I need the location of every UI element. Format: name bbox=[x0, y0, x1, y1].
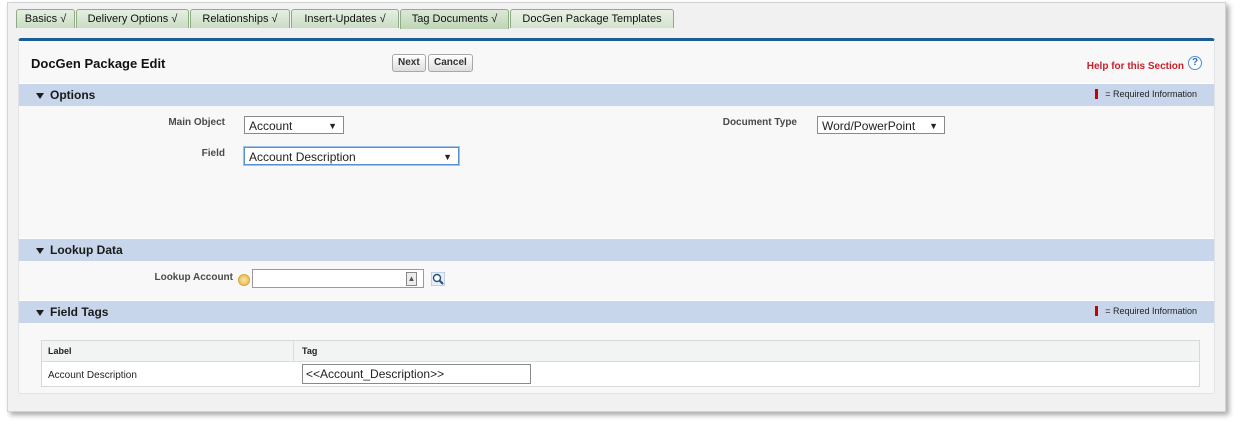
main-object-select[interactable]: Account ▼ bbox=[244, 116, 344, 134]
field-tags-table: Label Tag Account Description <<Account_… bbox=[41, 340, 1200, 387]
dropdown-arrow-icon: ▼ bbox=[929, 121, 938, 131]
tab-label: Insert-Updates √ bbox=[304, 13, 386, 25]
tab-docgen-package-templates[interactable]: DocGen Package Templates bbox=[510, 9, 674, 28]
select-value: Account bbox=[249, 119, 293, 133]
collapse-triangle-icon[interactable] bbox=[36, 310, 44, 316]
tab-insert-updates[interactable]: Insert-Updates √ bbox=[291, 9, 399, 28]
dropdown-arrow-icon: ▼ bbox=[328, 121, 337, 131]
select-value: Account Description bbox=[249, 150, 356, 164]
info-icon[interactable] bbox=[238, 274, 250, 286]
document-type-select[interactable]: Word/PowerPoint ▼ bbox=[817, 116, 945, 134]
required-text: = Required Information bbox=[1105, 306, 1197, 316]
column-header-label: Label bbox=[48, 346, 72, 356]
column-divider bbox=[293, 341, 294, 361]
dropdown-arrow-icon: ▼ bbox=[443, 152, 452, 162]
collapse-triangle-icon[interactable] bbox=[36, 93, 44, 99]
tab-relationships[interactable]: Relationships √ bbox=[190, 9, 290, 28]
lookup-account-label: Lookup Account bbox=[154, 272, 233, 283]
tab-tag-documents[interactable]: Tag Documents √ bbox=[400, 9, 509, 29]
required-text: = Required Information bbox=[1105, 89, 1197, 99]
lookup-section-header[interactable]: Lookup Data bbox=[19, 238, 1214, 261]
section-title: Options bbox=[50, 88, 96, 102]
app-frame: Basics √ Delivery Options √ Relationship… bbox=[7, 2, 1226, 412]
cancel-button[interactable]: Cancel bbox=[428, 54, 473, 72]
section-title: Field Tags bbox=[50, 305, 109, 319]
help-icon[interactable]: ? bbox=[1188, 56, 1202, 70]
tab-label: DocGen Package Templates bbox=[522, 13, 662, 25]
tab-label: Tag Documents √ bbox=[411, 13, 498, 25]
collapse-triangle-icon[interactable] bbox=[36, 248, 44, 254]
required-info-legend: = Required Information bbox=[1095, 306, 1197, 316]
select-value: Word/PowerPoint bbox=[822, 119, 916, 133]
tab-label: Relationships √ bbox=[202, 13, 278, 25]
lookup-search-icon[interactable] bbox=[431, 272, 445, 286]
required-bar-icon bbox=[1095, 306, 1099, 316]
lookup-lock-icon: ▲ bbox=[406, 272, 417, 286]
main-object-label: Main Object bbox=[168, 117, 225, 128]
field-label: Field bbox=[201, 148, 225, 159]
options-section-header[interactable]: Options = Required Information bbox=[19, 83, 1214, 106]
help-link[interactable]: Help for this Section bbox=[1087, 61, 1184, 72]
next-button[interactable]: Next bbox=[392, 54, 426, 72]
lookup-account-input[interactable]: ▲ bbox=[252, 269, 424, 288]
tag-input[interactable]: <<Account_Description>> bbox=[302, 364, 531, 384]
tab-label: Delivery Options √ bbox=[87, 13, 178, 25]
tab-basics[interactable]: Basics √ bbox=[16, 9, 75, 28]
field-tags-section-header[interactable]: Field Tags = Required Information bbox=[19, 300, 1214, 323]
section-title: Lookup Data bbox=[50, 243, 123, 257]
tab-label: Basics √ bbox=[24, 13, 67, 25]
column-header-tag: Tag bbox=[302, 346, 318, 356]
tab-delivery-options[interactable]: Delivery Options √ bbox=[76, 9, 189, 28]
table-header-row: Label Tag bbox=[42, 341, 1199, 362]
page-title: DocGen Package Edit bbox=[31, 56, 166, 71]
field-select[interactable]: Account Description ▼ bbox=[244, 147, 459, 165]
required-bar-icon bbox=[1095, 89, 1099, 99]
edit-panel: DocGen Package Edit Next Cancel Help for… bbox=[18, 38, 1215, 394]
required-info-legend: = Required Information bbox=[1095, 89, 1197, 99]
table-cell-label: Account Description bbox=[48, 370, 137, 381]
document-type-label: Document Type bbox=[722, 117, 797, 128]
